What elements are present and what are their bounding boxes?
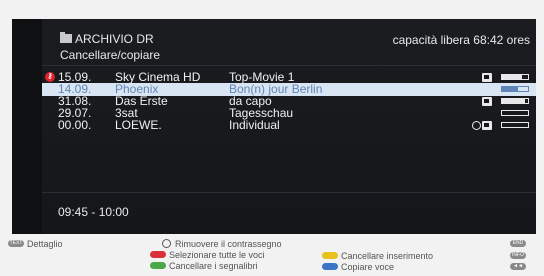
archive-folder-icon [60, 31, 72, 43]
footer-divider [42, 192, 536, 193]
folder-icon [482, 121, 492, 130]
archive-subtitle: Cancellare/copiare [60, 48, 161, 62]
recording-row[interactable]: 00.00. LOEWE. Individual [42, 119, 536, 132]
archive-panel: ARCHIVIO DR Cancellare/copiare capacità … [42, 19, 536, 234]
free-capacity-text: capacità libera 68:42 ores [392, 33, 530, 47]
legend-delete-bookmarks[interactable]: Cancellare i segnalibri [150, 261, 258, 272]
red-key-icon [150, 251, 166, 259]
bookmark-icon [162, 239, 171, 249]
recording-progress-bar [501, 86, 529, 92]
text-key-icon: TEXT [8, 240, 24, 248]
play-icon [482, 97, 492, 106]
tv-screen: ARCHIVIO DR Cancellare/copiare capacità … [12, 19, 536, 234]
key-icon [482, 73, 492, 82]
lock-icon: ⚷ [45, 72, 55, 82]
legend-detail[interactable]: TEXT Dettaglio [8, 239, 63, 250]
info-key-icon: INFO [510, 252, 526, 260]
recording-progress-bar [501, 98, 529, 104]
green-key-icon [150, 262, 166, 270]
recording-title: Individual [229, 118, 280, 132]
legend-select-all[interactable]: Selezionare tutte le voci [150, 250, 265, 261]
end-key[interactable]: END [510, 239, 529, 250]
archive-title: ARCHIVIO DR [60, 31, 154, 46]
time-range: 09:45 - 10:00 [58, 205, 129, 219]
key-legend: TEXT Dettaglio Rimuovere il contrassegno … [0, 234, 544, 276]
yellow-key-icon [322, 252, 338, 260]
recording-progress-bar [501, 110, 529, 116]
recording-date: 00.00. [58, 118, 92, 132]
rewind-key-icon: ◄◄ [510, 263, 526, 271]
legend-copy-entry[interactable]: Copiare voce [322, 262, 394, 273]
recording-channel: LOEWE. [115, 118, 162, 132]
archive-title-text: ARCHIVIO DR [75, 32, 154, 46]
blue-key-icon [322, 263, 338, 271]
back-key[interactable]: ◄◄ [510, 262, 529, 273]
timer-icon [472, 121, 481, 130]
legend-delete-entry[interactable]: Cancellare inserimento [322, 251, 433, 262]
end-key-icon: END [510, 240, 526, 248]
recording-progress-bar [501, 122, 529, 128]
legend-remove-mark[interactable]: Rimuovere il contrassegno [162, 239, 282, 250]
header-divider [42, 65, 536, 66]
info-key[interactable]: INFO [510, 251, 529, 262]
recording-progress-bar [501, 74, 529, 80]
